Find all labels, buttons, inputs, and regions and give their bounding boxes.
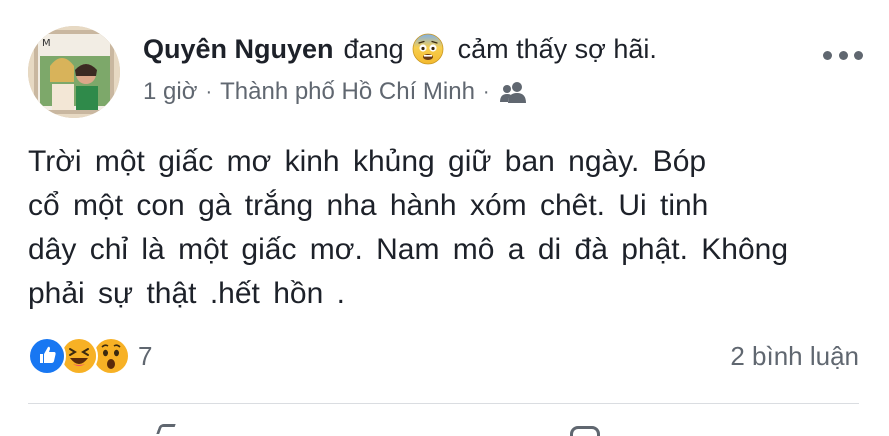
comment-count[interactable]: 2 bình luận [730, 338, 859, 374]
author-avatar[interactable]: M [28, 26, 120, 118]
reactions-summary[interactable]: 7 [28, 336, 152, 376]
menu-dot [854, 50, 863, 60]
post-time[interactable]: 1 giờ [143, 77, 197, 107]
post-text: Trời một giấc mơ kinh khủng giữ ban ngày… [28, 140, 858, 316]
friends-icon[interactable] [499, 81, 528, 103]
activity-verb: đang [343, 34, 404, 64]
reaction-count[interactable]: 7 [138, 341, 152, 372]
post-text-line: cổ một con gà trắng nha hành xóm chêt. U… [28, 189, 709, 222]
like-reaction-icon [28, 337, 66, 375]
post-meta: 1 giờ · Thành phố Hồ Chí Minh · [143, 77, 528, 107]
more-options-icon[interactable] [823, 48, 863, 62]
author-line: Quyên Nguyen đang cảm thấy sợ hãi. [143, 32, 657, 66]
svg-text:M: M [42, 38, 51, 49]
fearful-face-emoji-icon [412, 33, 444, 65]
author-name[interactable]: Quyên Nguyen [143, 32, 334, 66]
post-text-line: Trời một giấc mơ kinh khủng giữ ban ngày… [28, 145, 707, 178]
menu-dot [823, 50, 832, 60]
post-text-line: dây chỉ là một giấc mơ. Nam mô a di đà p… [28, 233, 789, 266]
share-button-icon[interactable] [570, 426, 600, 436]
menu-dot [838, 50, 848, 60]
meta-separator: · [205, 81, 213, 103]
post-location[interactable]: Thành phố Hồ Chí Minh [220, 77, 475, 107]
meta-separator: · [482, 81, 490, 103]
avatar-photo: M [28, 26, 120, 118]
divider [28, 403, 859, 404]
feed-post: M Quyên Nguyen đang cảm thấy sợ hãi. 1 g… [0, 0, 889, 436]
post-text-line: phải sự thật .hết hồn . [28, 277, 345, 310]
activity-text: cảm thấy sợ hãi. [457, 34, 657, 64]
